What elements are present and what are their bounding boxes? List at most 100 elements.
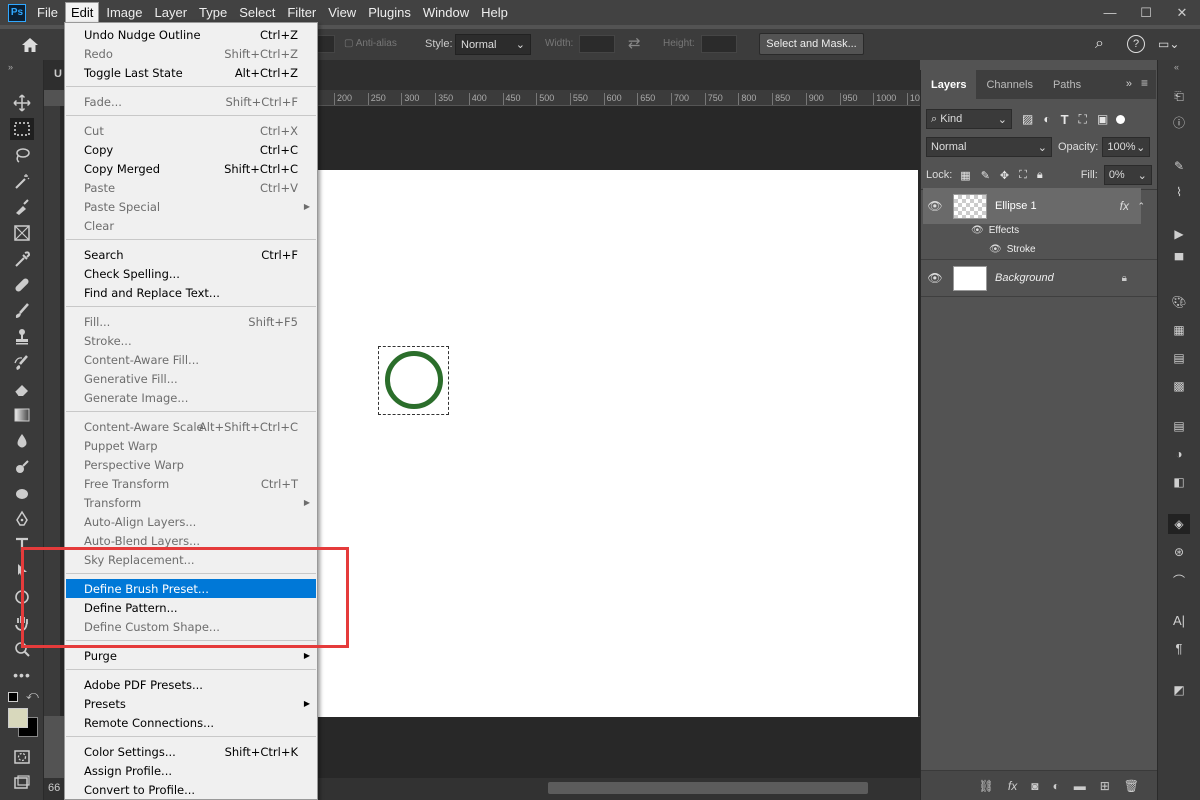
menu-edit[interactable]: Edit (64, 2, 100, 23)
menu-plugins[interactable]: Plugins (363, 3, 416, 22)
swap-icon[interactable]: ⇄ (628, 34, 641, 52)
link-layers-icon[interactable]: ⛓︎ (979, 779, 994, 793)
collapse-panel-icon[interactable]: » (1126, 78, 1132, 90)
menu-window[interactable]: Window (418, 3, 474, 22)
gradient-icon[interactable] (10, 404, 34, 426)
scrollbar-thumb[interactable] (548, 782, 868, 794)
help-icon[interactable]: ? (1127, 35, 1145, 53)
tool-presets-icon[interactable]: ▀ (1168, 250, 1190, 270)
menu-item-assign-profile[interactable]: Assign Profile... (66, 761, 316, 780)
blend-mode-select[interactable]: Normal ⌄ (926, 137, 1052, 157)
rectangular-marquee-icon[interactable] (10, 118, 34, 140)
opacity-field[interactable]: 100% ⌄ (1102, 137, 1151, 157)
visibility-eye-icon[interactable]: 👁︎ (923, 271, 947, 285)
menu-item-adobe-pdf-presets[interactable]: Adobe PDF Presets... (66, 675, 316, 694)
color-panel-icon[interactable]: 🎨︎ (1168, 292, 1190, 312)
visibility-eye-icon[interactable]: 👁︎ (989, 244, 1002, 255)
chevron-up-icon[interactable]: ⌃ (1137, 201, 1145, 212)
frame-tool-icon[interactable] (10, 222, 34, 244)
menu-layer[interactable]: Layer (150, 3, 193, 22)
document-tab[interactable]: U (54, 68, 62, 80)
filter-type-icon[interactable]: T (1061, 112, 1069, 127)
visibility-eye-icon[interactable]: 👁︎ (971, 225, 984, 236)
blur-icon[interactable] (10, 430, 34, 452)
new-group-icon[interactable]: ▬ (1074, 779, 1086, 793)
layer-effects-fx-icon[interactable]: fx (1120, 199, 1129, 213)
notes-panel-icon[interactable]: ◩ (1168, 680, 1190, 700)
menu-select[interactable]: Select (234, 3, 280, 22)
lasso-icon[interactable] (10, 144, 34, 166)
pen-icon[interactable] (10, 508, 34, 530)
menu-filter[interactable]: Filter (282, 3, 321, 22)
ellipse-shape[interactable] (385, 351, 443, 409)
magic-wand-icon[interactable] (10, 170, 34, 192)
history-brush-icon[interactable] (10, 352, 34, 374)
patterns-panel-icon[interactable]: ▩ (1168, 376, 1190, 396)
stroke-effect-row[interactable]: 👁︎ Stroke (923, 240, 1141, 259)
horizontal-scrollbar[interactable] (318, 778, 920, 800)
filter-kind-select[interactable]: ⌕ Kind ⌄ (926, 109, 1012, 129)
history-panel-icon[interactable]: ⎗ (1168, 86, 1190, 106)
eyedropper-icon[interactable] (10, 248, 34, 270)
lock-paint-icon[interactable]: ✎ (981, 169, 990, 182)
ellipse-tool-icon[interactable] (10, 586, 34, 608)
layer-name[interactable]: Ellipse 1 (995, 200, 1037, 212)
info-panel-icon[interactable]: ⓘ (1168, 112, 1190, 132)
maximize-button[interactable]: ☐ (1128, 0, 1164, 25)
filter-adjustment-icon[interactable]: ◐ (1043, 112, 1050, 126)
menu-item-search[interactable]: Search Ctrl+F (66, 245, 316, 264)
channels-panel-icon[interactable]: ⊛ (1168, 542, 1190, 562)
visibility-eye-icon[interactable]: 👁︎ (923, 199, 947, 213)
new-adjustment-icon[interactable]: ◐ (1052, 779, 1059, 793)
search-icon[interactable]: ⌕ (1095, 35, 1104, 53)
lock-position-icon[interactable]: ✥ (1000, 169, 1009, 182)
lock-artboard-icon[interactable]: ⛶ (1019, 169, 1027, 182)
close-button[interactable]: ✕ (1164, 0, 1200, 25)
tab-channels[interactable]: Channels (976, 70, 1042, 99)
adjustments-panel-icon[interactable]: ◑ (1168, 444, 1190, 464)
brush-select-icon[interactable] (10, 196, 34, 218)
gradients-panel-icon[interactable]: ▤ (1168, 348, 1190, 368)
layers-panel-icon[interactable]: ◈ (1168, 514, 1190, 534)
new-layer-icon[interactable]: ⊞ (1100, 779, 1110, 793)
menu-item-define-pattern[interactable]: Define Pattern... (66, 598, 316, 617)
canvas-document[interactable] (318, 170, 918, 717)
screen-mode-icon[interactable] (10, 772, 34, 794)
dodge-icon[interactable] (10, 456, 34, 478)
delete-layer-icon[interactable]: 🗑︎ (1124, 779, 1139, 793)
paragraph-panel-icon[interactable]: ¶ (1168, 638, 1190, 658)
type-icon[interactable] (10, 534, 34, 556)
collapse-dock-icon[interactable]: « (1174, 62, 1179, 72)
menu-item-check-spelling[interactable]: Check Spelling... (66, 264, 316, 283)
width-field[interactable] (579, 35, 615, 53)
home-button[interactable] (0, 29, 60, 60)
character-panel-icon[interactable]: A| (1168, 610, 1190, 630)
menu-item-copy-merged[interactable]: Copy Merged Shift+Ctrl+C (66, 159, 316, 178)
height-field[interactable] (701, 35, 737, 53)
healing-brush-icon[interactable] (10, 274, 34, 296)
menu-help[interactable]: Help (476, 3, 513, 22)
libraries-panel-icon[interactable]: ▤ (1168, 416, 1190, 436)
antialias-checkbox[interactable]: ▢ Anti-alias (344, 38, 397, 49)
menu-item-remote-connections[interactable]: Remote Connections... (66, 713, 316, 732)
layer-row-ellipse[interactable]: 👁︎ Ellipse 1 fx ⌃ (923, 188, 1145, 224)
workspace-icon[interactable]: ▭⌄ (1158, 37, 1179, 51)
add-mask-icon[interactable]: ◙ (1031, 779, 1038, 793)
fill-field[interactable]: 0% ⌄ (1103, 165, 1152, 185)
zoom-level[interactable]: 66 (48, 782, 60, 794)
menu-item-toggle-last-state[interactable]: Toggle Last State Alt+Ctrl+Z (66, 63, 316, 82)
brush-icon[interactable] (10, 300, 34, 322)
menu-item-undo-nudge-outline[interactable]: Undo Nudge Outline Ctrl+Z (66, 25, 316, 44)
menu-item-purge[interactable]: Purge ▶ (66, 646, 316, 665)
sponge-icon[interactable] (10, 482, 34, 504)
more-tools-icon[interactable]: ••• (10, 664, 34, 686)
foreground-color-swatch[interactable] (8, 708, 28, 728)
filter-shape-icon[interactable]: ⛶ (1079, 112, 1087, 127)
default-colors-icon[interactable] (8, 692, 18, 702)
lock-all-icon[interactable]: 🔒︎ (1037, 169, 1043, 182)
minimize-button[interactable]: — (1092, 0, 1128, 25)
menu-item-presets[interactable]: Presets ▶ (66, 694, 316, 713)
clone-stamp-icon[interactable] (10, 326, 34, 348)
move-tool-icon[interactable] (10, 92, 34, 114)
menu-file[interactable]: File (32, 3, 63, 22)
